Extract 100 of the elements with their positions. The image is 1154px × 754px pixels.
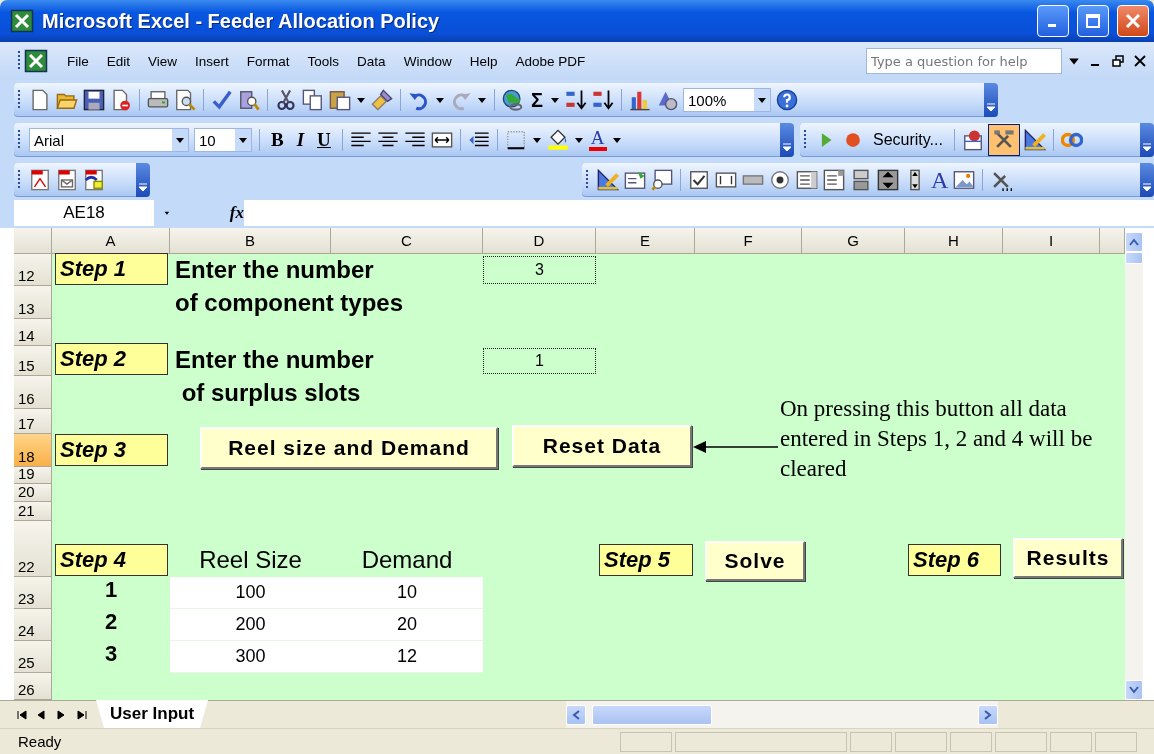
caret-icon[interactable] <box>1142 142 1152 152</box>
input-field[interactable]: 3 <box>483 256 596 284</box>
last-sheet-icon[interactable] <box>76 708 88 721</box>
print-preview-icon[interactable] <box>174 89 196 111</box>
caret-icon[interactable] <box>986 102 996 112</box>
row-header[interactable]: 20 <box>14 484 52 502</box>
scroll-down-button[interactable] <box>1125 680 1143 700</box>
column-header[interactable]: D <box>483 228 596 254</box>
caret-icon[interactable] <box>611 135 622 145</box>
drawing-icon[interactable] <box>656 89 678 111</box>
menu-item[interactable]: Adobe PDF <box>506 50 595 72</box>
sheet-tab[interactable]: User Input <box>96 700 209 728</box>
toggle-button-icon[interactable] <box>850 169 872 191</box>
caret-icon[interactable] <box>356 95 366 105</box>
checkmark-icon[interactable] <box>211 89 233 111</box>
caret-icon[interactable] <box>238 135 248 145</box>
action-button[interactable]: Reel size and Demand <box>200 427 498 469</box>
column-header[interactable]: H <box>905 228 1003 254</box>
vertical-scrollbar[interactable] <box>1125 232 1143 700</box>
sort-ascending-icon[interactable] <box>565 89 587 111</box>
view-code-icon[interactable] <box>651 169 673 191</box>
restore-icon[interactable] <box>1112 55 1124 67</box>
caret-icon[interactable] <box>757 95 767 105</box>
font-color-button[interactable]: A <box>588 129 607 151</box>
row-header[interactable]: 16 <box>14 376 52 409</box>
caret-icon[interactable] <box>782 142 792 152</box>
row-header[interactable]: 13 <box>14 286 52 319</box>
italic-button[interactable]: I <box>292 129 309 151</box>
toolbar-options-button[interactable] <box>1140 163 1154 197</box>
caret-icon[interactable] <box>175 135 185 145</box>
scrollbar-thumb[interactable] <box>592 704 713 725</box>
autosum-button[interactable]: Σ <box>529 88 545 112</box>
caret-icon[interactable] <box>1142 182 1152 192</box>
row-header[interactable]: 22 <box>14 521 52 577</box>
text-box-icon[interactable] <box>715 169 737 191</box>
previous-sheet-icon[interactable] <box>36 708 48 721</box>
menu-item[interactable]: File <box>58 50 98 72</box>
cut-icon[interactable] <box>275 89 297 111</box>
design-icon[interactable] <box>597 169 619 191</box>
font-size-field[interactable]: 10 <box>194 128 252 152</box>
label-tool-button[interactable]: A <box>931 166 949 194</box>
option-button-icon[interactable] <box>769 169 791 191</box>
new-document-icon[interactable] <box>29 89 51 111</box>
row-header[interactable]: 19 <box>14 467 52 484</box>
table-cell[interactable]: 12 <box>331 641 483 673</box>
caret-icon[interactable] <box>435 95 445 105</box>
row-header[interactable]: 18 <box>14 434 52 467</box>
first-sheet-icon[interactable] <box>16 708 28 721</box>
caret-icon[interactable] <box>550 95 560 105</box>
row-header[interactable]: 12 <box>14 254 52 286</box>
chevron-left-icon[interactable] <box>572 709 581 720</box>
book-magnifier-icon[interactable] <box>238 89 260 111</box>
security-button[interactable]: Security... <box>869 131 947 149</box>
table-cell[interactable]: 100 <box>170 577 331 609</box>
maximize-icon[interactable] <box>1085 13 1101 29</box>
pdf-icon[interactable] <box>29 169 51 191</box>
merge-center-icon[interactable] <box>430 129 453 151</box>
list-box-icon[interactable] <box>796 169 818 191</box>
underline-button[interactable]: U <box>313 129 335 151</box>
table-cell[interactable]: 20 <box>331 609 483 641</box>
action-button[interactable]: Solve <box>705 541 805 581</box>
menu-item[interactable]: Format <box>237 50 299 72</box>
scrollbar-thumb[interactable] <box>1125 252 1143 264</box>
row-header[interactable]: 15 <box>14 346 52 376</box>
spreadsheet-document-icon[interactable] <box>24 49 48 73</box>
combo-box-icon[interactable] <box>823 169 845 191</box>
column-header[interactable]: E <box>596 228 695 254</box>
row-header[interactable]: 26 <box>14 673 52 700</box>
menu-item[interactable]: Edit <box>97 50 140 72</box>
bar-chart-icon[interactable] <box>629 89 651 111</box>
menu-item[interactable]: Window <box>394 50 461 72</box>
copy-icon[interactable] <box>302 89 324 111</box>
pdf-comment-icon[interactable] <box>83 169 105 191</box>
borders-icon[interactable] <box>504 129 527 151</box>
toolbar-options-button[interactable] <box>984 83 998 117</box>
row-header[interactable]: 24 <box>14 609 52 641</box>
table-cell[interactable]: 200 <box>170 609 331 641</box>
menu-item[interactable]: View <box>139 50 187 72</box>
caret-icon[interactable] <box>531 135 542 145</box>
sort-descending-icon[interactable] <box>592 89 614 111</box>
action-button[interactable]: Reset Data <box>512 425 692 467</box>
minimize-button[interactable] <box>1037 5 1069 37</box>
menu-item[interactable]: Data <box>348 50 395 72</box>
name-box[interactable]: AE18 <box>14 200 154 226</box>
column-header[interactable]: C <box>331 228 483 254</box>
fill-color-icon[interactable] <box>546 129 569 151</box>
print-icon[interactable] <box>147 89 169 111</box>
chevron-right-icon[interactable] <box>984 709 993 720</box>
caret-icon[interactable] <box>477 95 487 105</box>
permission-icon[interactable] <box>110 89 132 111</box>
column-header[interactable]: A <box>52 228 170 254</box>
action-button[interactable]: Results <box>1013 538 1123 578</box>
image-icon[interactable] <box>953 169 976 191</box>
caret-icon[interactable] <box>573 135 584 145</box>
scroll-right-button[interactable] <box>978 704 999 725</box>
chevron-up-icon[interactable] <box>1129 238 1139 246</box>
column-header[interactable]: B <box>170 228 331 254</box>
insert-function-button[interactable]: fx <box>229 203 244 223</box>
design-icon[interactable] <box>1023 129 1046 151</box>
format-painter-icon[interactable] <box>371 89 393 111</box>
